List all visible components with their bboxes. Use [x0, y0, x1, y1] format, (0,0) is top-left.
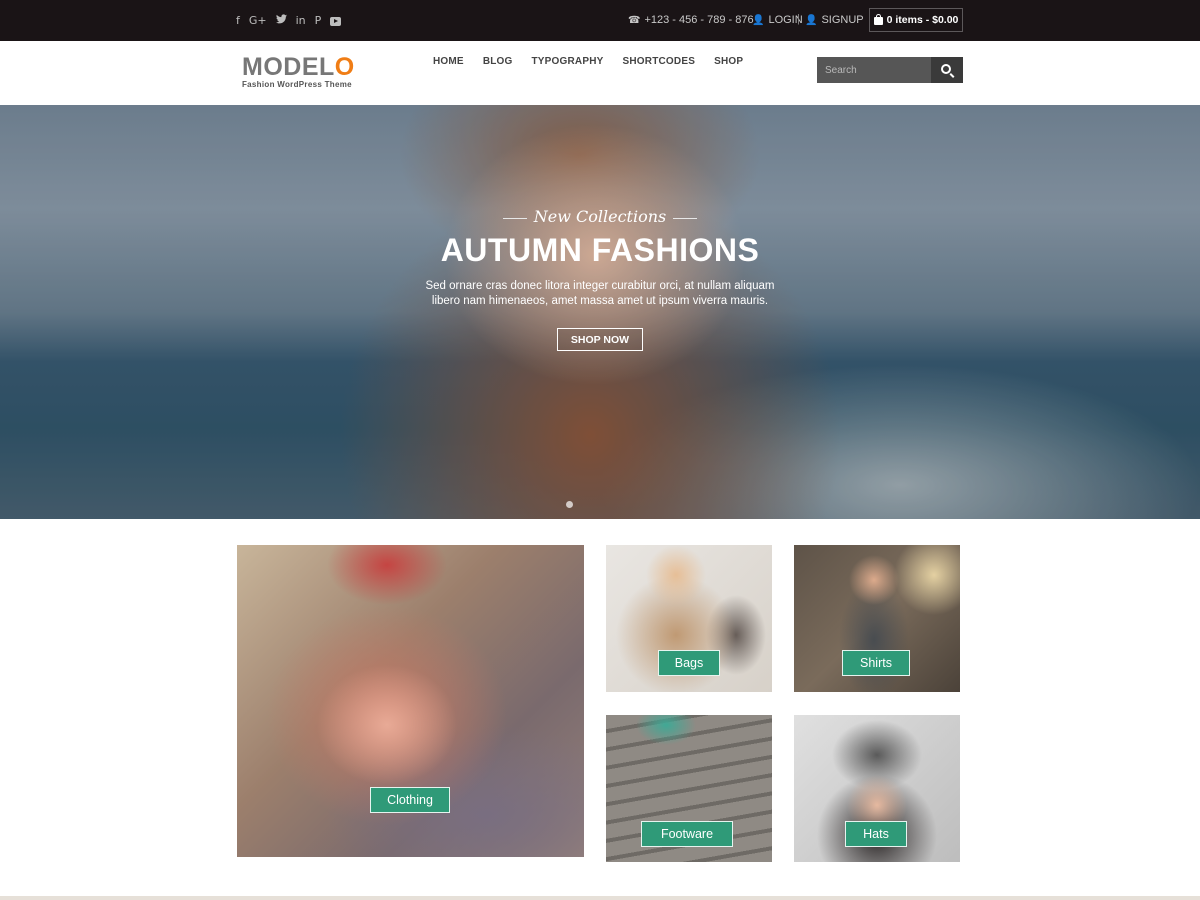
- main-nav: HOME BLOG TYPOGRAPHY SHORTCODES SHOP: [433, 56, 762, 67]
- category-footware-label[interactable]: Footware: [641, 821, 733, 847]
- signup-link[interactable]: 👤 SIGNUP: [805, 14, 864, 26]
- hero-title: AUTUMN FASHIONS: [440, 232, 760, 268]
- nav-home[interactable]: HOME: [433, 56, 464, 67]
- top-bar: f G+ in P ☎ +123 - 456 - 789 - 876 👤 LOG…: [0, 0, 1200, 41]
- category-hats-tile[interactable]: Hats: [794, 715, 960, 862]
- logo-wordmark: MODELO: [242, 54, 355, 81]
- phone-contact: ☎ +123 - 456 - 789 - 876: [628, 14, 754, 26]
- cart-summary: 0 items - $0.00: [886, 14, 959, 26]
- search-input[interactable]: [817, 57, 931, 83]
- hero-slider: New Collections AUTUMN FASHIONS Sed orna…: [0, 105, 1200, 519]
- search-form: [817, 57, 963, 83]
- category-bags-label[interactable]: Bags: [658, 650, 720, 676]
- site-logo[interactable]: MODELO Fashion WordPress Theme: [242, 54, 355, 90]
- hero-kicker: New Collections: [500, 207, 700, 226]
- signup-label: SIGNUP: [821, 14, 864, 26]
- google-plus-icon[interactable]: G+: [249, 14, 267, 27]
- category-footware-tile[interactable]: Footware: [606, 715, 772, 862]
- linkedin-icon[interactable]: in: [296, 14, 306, 27]
- category-shirts-label[interactable]: Shirts: [842, 650, 910, 676]
- logo-main-text: MODEL: [242, 53, 335, 81]
- shop-now-button[interactable]: SHOP NOW: [557, 328, 643, 351]
- category-clothing-tile[interactable]: Clothing: [237, 545, 584, 857]
- site-header: MODELO Fashion WordPress Theme HOME BLOG…: [0, 41, 1200, 105]
- search-button[interactable]: [931, 57, 963, 83]
- nav-typography[interactable]: TYPOGRAPHY: [532, 56, 604, 67]
- twitter-icon[interactable]: [275, 14, 287, 27]
- nav-blog[interactable]: BLOG: [483, 56, 513, 67]
- user-plus-icon: 👤: [805, 14, 818, 26]
- footer-divider: [0, 896, 1200, 900]
- category-clothing-label[interactable]: Clothing: [370, 787, 450, 813]
- shopping-bag-icon: [873, 13, 883, 25]
- user-icon: 👤: [752, 14, 765, 26]
- facebook-icon[interactable]: f: [236, 14, 240, 27]
- cart-button[interactable]: 0 items - $0.00: [869, 8, 963, 32]
- category-hats-label[interactable]: Hats: [845, 821, 907, 847]
- headset-icon: ☎: [628, 14, 641, 26]
- login-link[interactable]: 👤 LOGIN: [752, 14, 803, 26]
- category-bags-tile[interactable]: Bags: [606, 545, 772, 692]
- logo-accent-letter: O: [334, 53, 355, 81]
- hero-description: Sed ornare cras donec litora integer cur…: [425, 280, 775, 307]
- social-links: f G+ in P: [236, 14, 342, 27]
- category-shirts-tile[interactable]: Shirts: [794, 545, 960, 692]
- search-icon: [941, 64, 951, 74]
- phone-number: +123 - 456 - 789 - 876: [644, 14, 754, 26]
- logo-tagline: Fashion WordPress Theme: [242, 80, 352, 89]
- nav-shop[interactable]: SHOP: [714, 56, 743, 67]
- nav-shortcodes[interactable]: SHORTCODES: [623, 56, 696, 67]
- pinterest-icon[interactable]: P: [315, 14, 322, 27]
- slider-pagination-dot[interactable]: [566, 501, 573, 508]
- login-signup-separator: |: [797, 13, 800, 25]
- youtube-icon[interactable]: [330, 16, 342, 26]
